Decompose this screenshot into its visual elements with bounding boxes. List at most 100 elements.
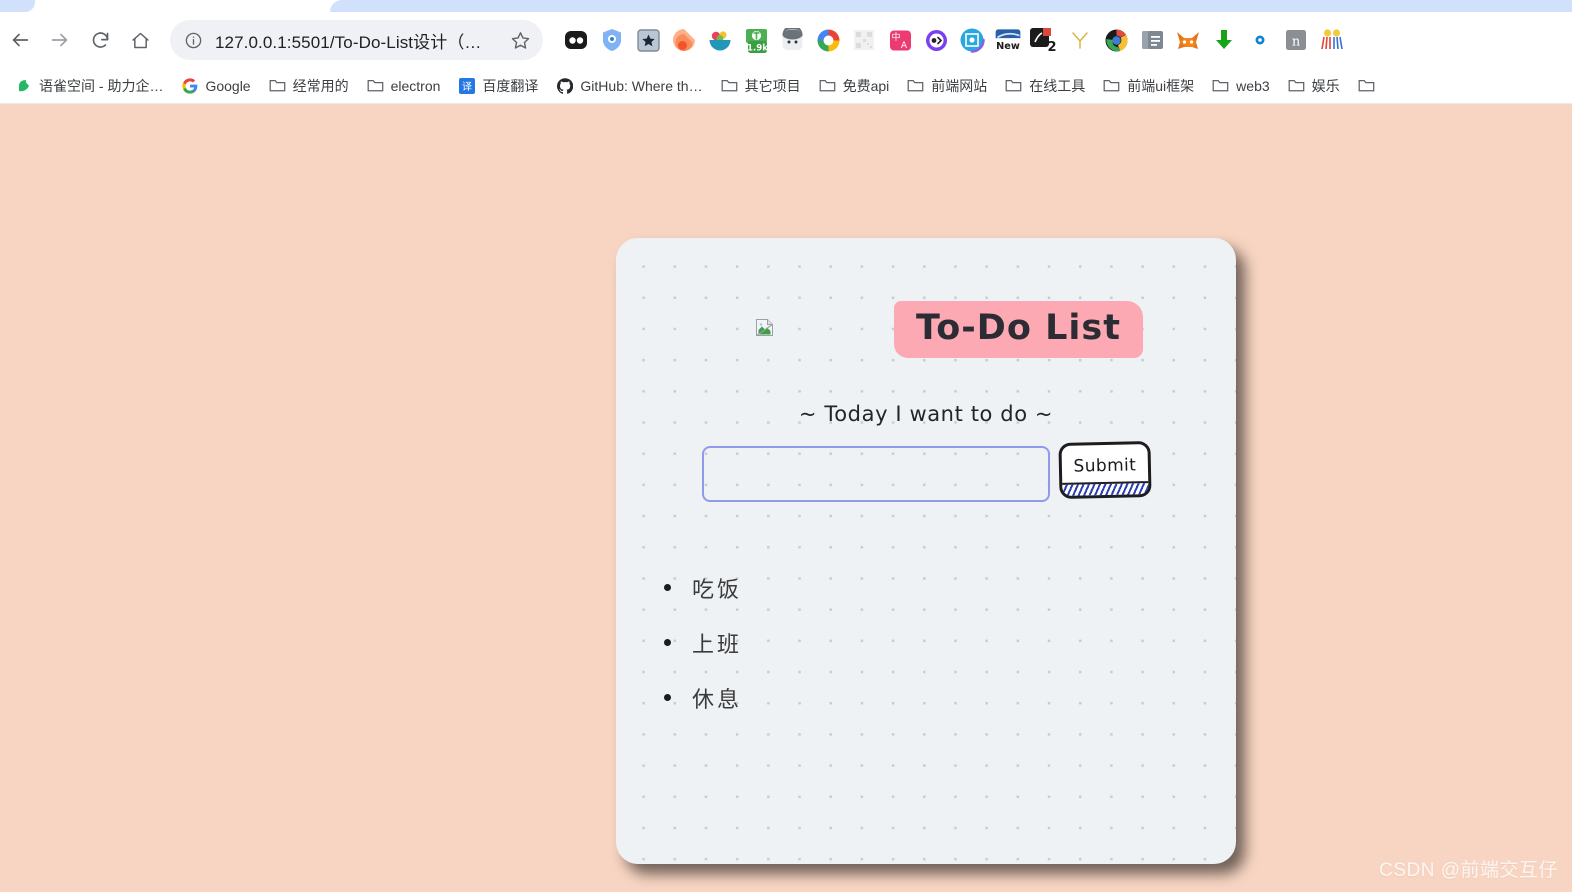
info-circle-icon[interactable] xyxy=(184,31,203,50)
svg-text:New: New xyxy=(996,41,1020,52)
bullet-icon xyxy=(664,584,671,591)
eye-blue-icon[interactable] xyxy=(1245,25,1275,55)
back-button[interactable] xyxy=(0,20,40,60)
bullet-icon xyxy=(664,639,671,646)
folder-icon xyxy=(1005,77,1022,94)
list-item-label: 上班 xyxy=(692,632,743,658)
svg-text:中: 中 xyxy=(891,31,900,43)
submit-button[interactable]: Submit xyxy=(1058,441,1152,499)
confetti-icon[interactable] xyxy=(1317,25,1347,55)
home-button[interactable] xyxy=(120,20,160,60)
notion-icon[interactable]: n xyxy=(1281,25,1311,55)
subtitle: ~ Today I want to do ~ xyxy=(798,402,1054,426)
folder-icon xyxy=(1288,77,1305,94)
bookmark-item[interactable]: 其它项目 xyxy=(712,71,810,101)
bookmarks-bar: 语雀空间 - 助力企… Google 经常用的 electron 译 百度翻译 … xyxy=(0,68,1572,104)
counter-badge-icon[interactable]: 1.9k xyxy=(741,25,771,55)
folder-icon xyxy=(1358,77,1375,94)
star-badge-icon[interactable] xyxy=(633,25,663,55)
navigation-buttons xyxy=(0,20,160,60)
folder-icon xyxy=(819,77,836,94)
address-bar-url: 127.0.0.1:5501/To-Do-List设计（… xyxy=(215,32,482,52)
folder-icon xyxy=(1212,77,1229,94)
extension-two-icon[interactable]: 2 xyxy=(1029,25,1059,55)
todo-input[interactable] xyxy=(702,446,1050,502)
folder-icon xyxy=(367,77,384,94)
eye-purple-icon[interactable] xyxy=(921,25,951,55)
bookmark-item[interactable]: 在线工具 xyxy=(996,71,1094,101)
bookmark-item[interactable]: 前端ui框架 xyxy=(1094,71,1203,101)
bookmark-item[interactable]: 免费api xyxy=(810,71,899,101)
page-viewport: To-Do List ~ Today I want to do ~ Submit… xyxy=(0,104,1572,892)
copy-pages-icon[interactable] xyxy=(1137,25,1167,55)
list-item[interactable]: 休息 xyxy=(664,670,1196,725)
yuque-icon xyxy=(15,77,32,94)
bookmark-item[interactable]: 前端网站 xyxy=(898,71,996,101)
tab-partial-left[interactable] xyxy=(0,0,35,12)
address-bar[interactable]: 127.0.0.1:5501/To-Do-List设计（… xyxy=(170,20,543,60)
watermark: CSDN @前端交互仔 xyxy=(1379,860,1558,881)
card-header: To-Do List xyxy=(616,282,1236,358)
arrow-left-icon xyxy=(12,33,29,47)
tab-strip xyxy=(0,0,1572,12)
bookmark-label: Google xyxy=(205,77,251,94)
bullet-icon xyxy=(664,694,671,701)
todo-card: To-Do List ~ Today I want to do ~ Submit… xyxy=(616,238,1236,864)
bookmark-item[interactable]: Google xyxy=(172,72,259,99)
bookmark-label: 娱乐 xyxy=(1311,77,1340,94)
browser-chrome: 127.0.0.1:5501/To-Do-List设计（… 1.9k 中 A N… xyxy=(0,0,1572,104)
bookmark-item[interactable]: 语雀空间 - 助力企… xyxy=(6,71,172,101)
todo-input-row: Submit xyxy=(702,441,1180,506)
bookmark-label: 其它项目 xyxy=(744,77,801,94)
svg-text:A: A xyxy=(900,41,907,51)
bookmark-item[interactable]: GitHub: Where th… xyxy=(547,72,711,99)
new-tab-icon[interactable]: New xyxy=(993,25,1023,55)
folder-icon xyxy=(1103,77,1120,94)
svg-text:n: n xyxy=(1292,35,1301,50)
fruit-bowl-icon[interactable] xyxy=(705,25,735,55)
reload-button[interactable] xyxy=(80,20,120,60)
page-title-text: To-Do List xyxy=(916,308,1121,348)
bookmark-star-icon[interactable] xyxy=(510,30,531,51)
y-branch-icon[interactable] xyxy=(1065,25,1095,55)
github-icon xyxy=(556,77,573,94)
arrow-right-icon xyxy=(51,33,68,47)
submit-button-label: Submit xyxy=(1073,454,1137,477)
qr-code-icon[interactable] xyxy=(849,25,879,55)
home-icon xyxy=(131,32,149,48)
bookmark-item[interactable]: 经常用的 xyxy=(260,71,358,101)
todo-list: 吃饭 上班 休息 xyxy=(664,560,1196,725)
forward-button[interactable] xyxy=(40,20,80,60)
bookmark-item[interactable]: web3 xyxy=(1203,72,1278,99)
chrome-refresh-icon[interactable] xyxy=(1101,25,1131,55)
bookmark-item[interactable]: 译 百度翻译 xyxy=(449,71,547,101)
avatar-grey-icon[interactable] xyxy=(777,25,807,55)
shield-privacy-icon[interactable] xyxy=(597,25,627,55)
google-icon xyxy=(181,77,198,94)
bookmark-label: GitHub: Where th… xyxy=(580,77,703,94)
tab-partial-right[interactable] xyxy=(330,0,1572,12)
screenshot-blue-icon[interactable] xyxy=(957,25,987,55)
bookmark-label: 免费api xyxy=(842,77,890,94)
broken-image-icon xyxy=(755,318,774,337)
svg-text:1.9k: 1.9k xyxy=(747,43,768,53)
color-ring-icon[interactable] xyxy=(813,25,843,55)
download-green-icon[interactable] xyxy=(1209,25,1239,55)
feedly-icon[interactable] xyxy=(669,25,699,55)
translate-pink-icon[interactable]: 中 A xyxy=(885,25,915,55)
momentum-icon[interactable] xyxy=(561,25,591,55)
bookmark-label: 经常用的 xyxy=(292,77,349,94)
browser-toolbar: 127.0.0.1:5501/To-Do-List设计（… 1.9k 中 A N… xyxy=(0,12,1572,68)
list-item[interactable]: 上班 xyxy=(664,615,1196,670)
bookmark-item[interactable]: 娱乐 xyxy=(1279,71,1349,101)
metamask-fox-icon[interactable] xyxy=(1173,25,1203,55)
folder-icon xyxy=(721,77,738,94)
bookmark-label: web3 xyxy=(1236,77,1270,94)
bookmark-label: 在线工具 xyxy=(1029,77,1086,94)
extensions-strip: 1.9k 中 A New 2 n xyxy=(561,25,1566,55)
baidu-translate-icon: 译 xyxy=(458,77,475,94)
page-title: To-Do List xyxy=(894,301,1143,358)
list-item[interactable]: 吃饭 xyxy=(664,560,1196,615)
bookmark-item[interactable]: electron xyxy=(358,72,450,99)
bookmark-item[interactable] xyxy=(1349,72,1391,99)
